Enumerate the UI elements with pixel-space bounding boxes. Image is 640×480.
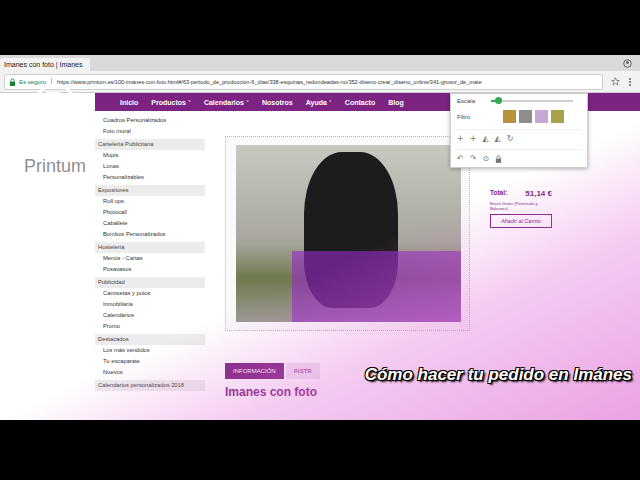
info-tab[interactable]: INSTR: [286, 363, 320, 379]
filter-thumb[interactable]: [519, 110, 532, 123]
nav-item[interactable]: Ayuda˅: [306, 99, 332, 106]
lock-icon[interactable]: [495, 155, 502, 163]
profile-icon[interactable]: [623, 59, 632, 68]
caret-icon: ˅: [188, 99, 191, 106]
history-row: ↶ ↷ ⊙: [457, 149, 581, 163]
design-canvas: [225, 136, 470, 331]
security-label: Es seguro: [19, 79, 46, 85]
filter-thumb[interactable]: [503, 110, 516, 123]
browser-chrome: Imanes con foto | Imanes Es seguro https:/…: [0, 55, 640, 93]
sidebar-item[interactable]: Inmobiliaria: [95, 299, 205, 310]
sidebar-item[interactable]: Cartelería Publicitaria: [95, 139, 205, 150]
purple-tint: [292, 251, 461, 322]
tool-icon[interactable]: +: [457, 134, 464, 143]
sidebar-item[interactable]: Photocall: [95, 207, 205, 218]
sidebar-item[interactable]: Cuadros Personalizados: [95, 115, 205, 126]
url-text: https://www.printum.es/100-imanes-con-fo…: [57, 79, 482, 85]
slider-knob[interactable]: [495, 97, 502, 104]
nav-item[interactable]: Blog: [388, 99, 404, 106]
history-icon[interactable]: ↷: [470, 154, 477, 163]
sidebar-item[interactable]: Promo: [95, 321, 205, 332]
filter-thumb[interactable]: [535, 110, 548, 123]
video-caption: Cómo hacer tu pedido en Imánes: [365, 365, 632, 385]
sidebar-item[interactable]: Roll ups: [95, 196, 205, 207]
sidebar-item[interactable]: Publicidad: [95, 277, 205, 288]
tool-icon[interactable]: ◭: [495, 134, 501, 143]
filter-label: Filtro: [457, 114, 483, 120]
total-label: Total:: [490, 189, 507, 198]
product-heading: Imanes con foto: [225, 385, 640, 399]
scale-row: Escala: [457, 98, 581, 104]
tools-row: + + ◭ ◭ ↻: [457, 129, 581, 143]
editor-popup: Escala Filtro + + ◭ ◭ ↻ ↶ ↷ ⊙: [450, 93, 588, 168]
scale-slider[interactable]: [491, 100, 573, 102]
sidebar-item[interactable]: Mupis: [95, 150, 205, 161]
lock-icon: [9, 78, 16, 86]
tool-icon[interactable]: +: [470, 134, 477, 143]
sidebar-item[interactable]: Foto mural: [95, 126, 205, 137]
sidebar-item[interactable]: Personalizables: [95, 172, 205, 183]
shipping-note: Envío Gratis (Península y Baleares): [490, 201, 552, 211]
tool-icon[interactable]: ◭: [482, 134, 488, 143]
price-box: Total: 51,14 € Envío Gratis (Península y B…: [490, 189, 552, 331]
logo-text: Printum: [24, 156, 86, 177]
tool-icon[interactable]: ↻: [507, 134, 514, 143]
menu-icon[interactable]: [628, 77, 632, 87]
caret-icon: ˅: [329, 99, 332, 106]
sidebar-item[interactable]: Posavasos: [95, 264, 205, 275]
total-row: Total: 51,14 €: [490, 189, 552, 198]
category-sidebar: Cuadros PersonalizadosFoto mural Carteler…: [95, 111, 205, 399]
p-logo-icon: [32, 82, 78, 128]
browser-tab[interactable]: Imanes con foto | Imanes: [0, 58, 90, 71]
nav-item[interactable]: Productos˅: [151, 99, 191, 106]
sidebar-item[interactable]: Calendarios personalizados 2018: [95, 380, 205, 391]
scale-label: Escala: [457, 98, 483, 104]
nav-item[interactable]: Contacto: [345, 99, 375, 106]
sidebar-item[interactable]: Calendarios: [95, 310, 205, 321]
dog-photo[interactable]: [236, 145, 461, 322]
sidebar-item[interactable]: Bombos Personalizados: [95, 229, 205, 240]
sidebar-item[interactable]: Expositores: [95, 185, 205, 196]
letterbox-top: [0, 0, 640, 55]
filter-thumb[interactable]: [551, 110, 564, 123]
star-icon[interactable]: [611, 77, 620, 86]
nav-item[interactable]: Calendarios˅: [204, 99, 249, 106]
history-icon[interactable]: ↶: [457, 154, 464, 163]
filter-row: Filtro: [457, 110, 581, 123]
history-icon[interactable]: ⊙: [482, 154, 489, 163]
caret-icon: ˅: [246, 99, 249, 106]
address-field[interactable]: Es seguro https://www.printum.es/100-iman…: [4, 74, 603, 90]
sidebar-item[interactable]: Lonas: [95, 161, 205, 172]
tab-strip: Imanes con foto | Imanes: [0, 55, 640, 71]
video-frame: Imanes con foto | Imanes Es seguro https:/…: [0, 0, 640, 480]
sidebar-item[interactable]: Camisetas y polos: [95, 288, 205, 299]
nav-item[interactable]: Inicio: [120, 99, 138, 106]
sidebar-item[interactable]: Los más vendidos: [95, 345, 205, 356]
sidebar-item[interactable]: Hostelería: [95, 242, 205, 253]
total-amount: 51,14 €: [525, 189, 552, 198]
sidebar-item[interactable]: Tu escaparate: [95, 356, 205, 367]
sidebar-item[interactable]: Caballete: [95, 218, 205, 229]
info-tab[interactable]: INFORMACIÓN: [225, 363, 284, 379]
letterbox-bottom: [0, 420, 640, 480]
nav-item[interactable]: Nosotros: [262, 99, 293, 106]
sidebar-item[interactable]: Menús - Cartas: [95, 253, 205, 264]
web-page: InicioProductos˅Calendarios˅NosotrosAyud…: [0, 93, 640, 420]
add-to-cart-button[interactable]: Añadir al Carrito: [490, 214, 552, 228]
address-row: Es seguro https://www.printum.es/100-iman…: [0, 71, 640, 93]
printum-logo: Printum: [24, 82, 86, 177]
sidebar-item[interactable]: Nuevos: [95, 367, 205, 378]
sidebar-item[interactable]: Destacados: [95, 334, 205, 345]
